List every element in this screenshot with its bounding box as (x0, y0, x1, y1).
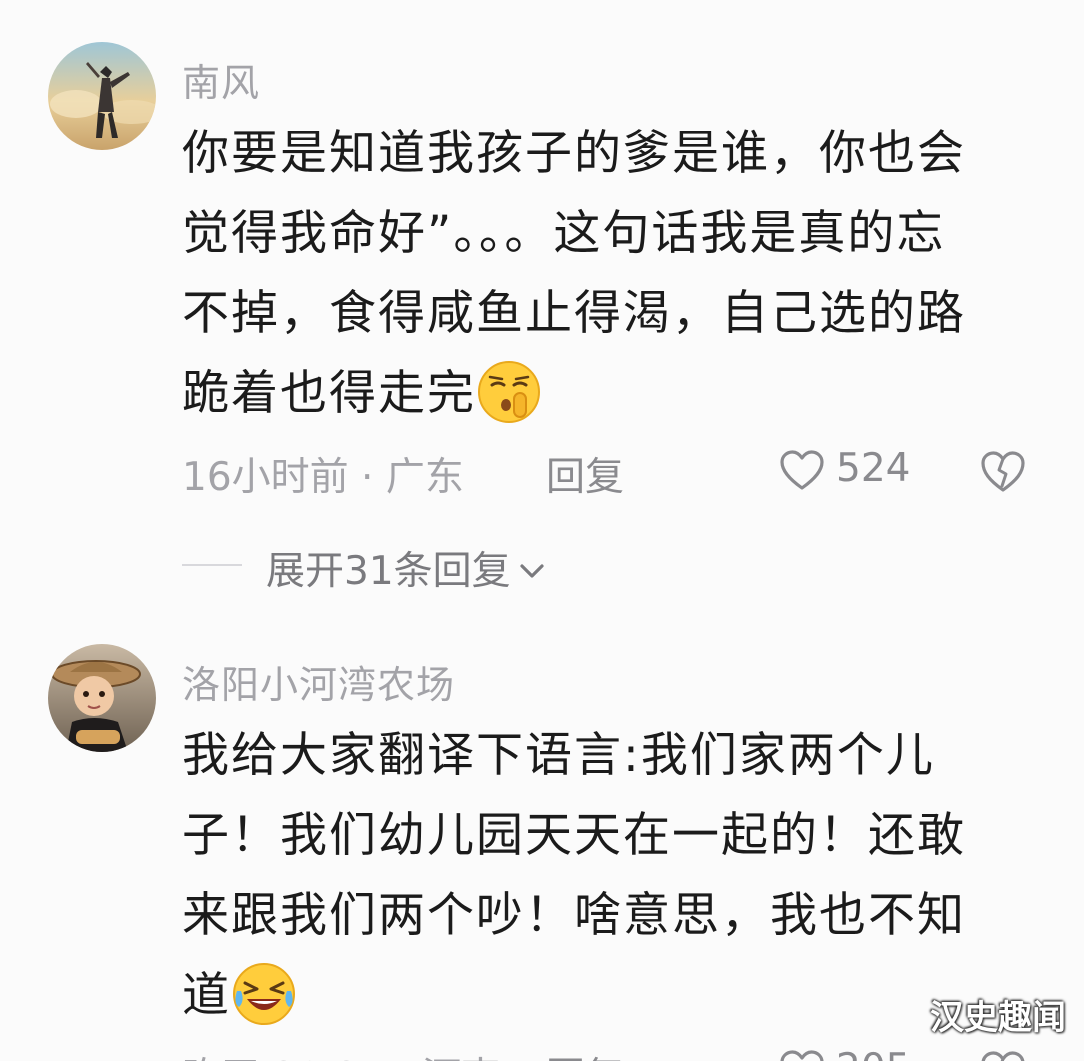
comment-text-line-last: 跪着也得走完 (182, 354, 1032, 434)
username[interactable]: 洛阳小河湾农场 (182, 654, 455, 709)
broken-heart-icon[interactable] (978, 1048, 1028, 1061)
reply-button[interactable]: 回复 (546, 446, 624, 502)
comment-item: 南风 你要是知道我孩子的爹是谁，你也会 觉得我命好”。。。这句话我是真的忘 不掉… (0, 0, 1084, 620)
heart-outline-icon (780, 1050, 824, 1061)
comment-text-line: 不掉，食得咸鱼止得渴，自己选的路 (182, 286, 966, 341)
time-location: 16小时前 · 广东 (182, 455, 464, 500)
comment-text: 我给大家翻译下语言:我们家两个儿 子！我们幼儿园天天在一起的！还敢 来跟我们两个… (182, 716, 1032, 1036)
comment-text-line-last: 道 (182, 956, 1032, 1036)
reply-button[interactable]: 回复 (546, 1046, 624, 1061)
chevron-down-icon (520, 563, 544, 578)
comment-text: 你要是知道我孩子的爹是谁，你也会 觉得我命好”。。。这句话我是真的忘 不掉，食得… (182, 114, 1032, 434)
shush-emoji-icon (476, 359, 542, 425)
expand-replies-button[interactable]: 展开31条回复 (266, 540, 549, 596)
comment-text-line: 我给大家翻译下语言:我们家两个儿 (182, 728, 935, 783)
like-count: 205 (836, 1046, 910, 1061)
divider (182, 564, 242, 566)
time-location: 昨天 20:27 · 河南 (182, 1046, 500, 1061)
expand-replies-row: 展开31条回复 (182, 534, 682, 594)
comment-text-line: 子！我们幼儿园天天在一起的！还敢 (182, 808, 966, 863)
heart-outline-icon (780, 450, 824, 490)
comment-meta: 16小时前 · 广东 回复 524 (182, 440, 1032, 500)
broken-heart-icon[interactable] (978, 448, 1028, 494)
comment-text-line: 来跟我们两个吵！啥意思，我也不知 (182, 888, 966, 943)
username[interactable]: 南风 (182, 52, 260, 107)
avatar[interactable] (48, 644, 156, 752)
watermark: 汉史趣闻 (930, 998, 1066, 1038)
comment-text-line: 觉得我命好”。。。这句话我是真的忘 (182, 206, 946, 261)
laughing-tears-emoji-icon (231, 961, 297, 1027)
comment-meta: 昨天 20:27 · 河南 回复 205 (182, 1040, 1032, 1061)
comment-text-segment: 道 (182, 968, 231, 1023)
like-count: 524 (836, 446, 911, 491)
comment-list: 南风 你要是知道我孩子的爹是谁，你也会 觉得我命好”。。。这句话我是真的忘 不掉… (0, 0, 1084, 1061)
comment-text-segment: 跪着也得走完 (182, 366, 476, 421)
comment-item: 洛阳小河湾农场 我给大家翻译下语言:我们家两个儿 子！我们幼儿园天天在一起的！还… (0, 620, 1084, 1061)
avatar[interactable] (48, 42, 156, 150)
expand-replies-label: 展开31条回复 (266, 549, 511, 594)
comment-text-line: 你要是知道我孩子的爹是谁，你也会 (182, 126, 966, 181)
